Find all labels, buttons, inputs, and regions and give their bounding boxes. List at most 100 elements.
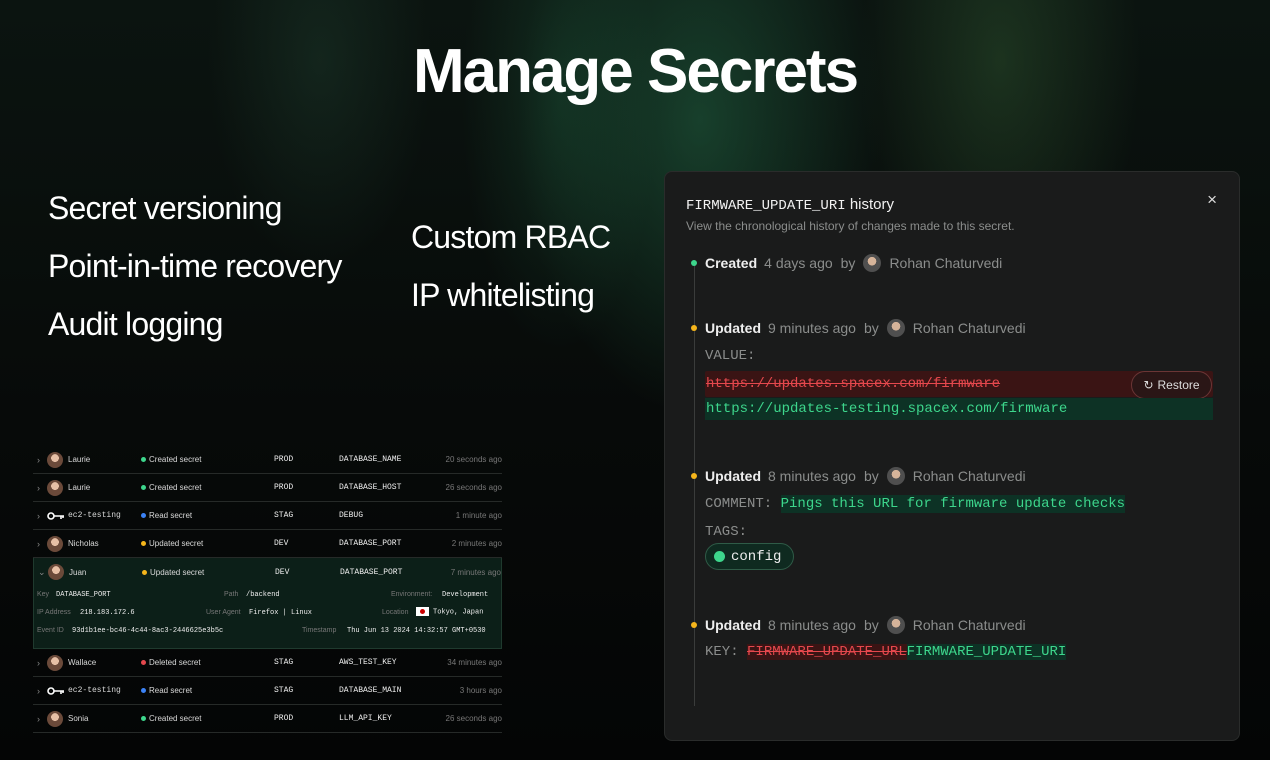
event-id-label: Event ID (37, 627, 64, 634)
actor-name: Juan (69, 567, 87, 577)
event-kind: Updated (705, 320, 761, 336)
event-time: 9 minutes ago (768, 320, 856, 336)
secret-name: DATABASE_NAME (339, 455, 402, 464)
event-time: 4 days ago (764, 255, 833, 271)
table-row[interactable]: › Laurie Created secret PROD DATABASE_NAME 20… (33, 446, 502, 474)
key-icon (47, 511, 64, 520)
chevron-down-icon[interactable]: ⌄ (38, 567, 46, 578)
feature-secret-versioning: Secret versioning (48, 190, 282, 226)
path-label: Path (224, 591, 239, 598)
key-value: DATABASE_PORT (56, 591, 111, 599)
actor-name: ec2-testing (68, 686, 121, 695)
by-label: by (863, 320, 879, 336)
avatar (886, 319, 905, 337)
japan-flag-icon (416, 607, 429, 616)
environment-label: PROD (274, 455, 294, 464)
expanded-log-entry: ⌄ Juan Updated secret DEV DATABASE_PORT … (33, 558, 502, 649)
relative-time: 2 minutes ago (451, 539, 502, 548)
table-row[interactable]: › ec2-testing Read secret STAG DATABASE_MAIN… (33, 677, 502, 705)
chevron-right-icon[interactable]: › (37, 686, 40, 696)
relative-time: 26 seconds ago (445, 714, 503, 723)
status-dot (691, 622, 697, 628)
path-value: /backend (246, 591, 280, 599)
by-label: by (863, 617, 879, 633)
location-label: Location (382, 609, 409, 616)
chevron-right-icon[interactable]: › (37, 483, 40, 493)
new-value: https://updates-testing.spacex.com/firmw… (705, 398, 1213, 420)
action-status-dot (141, 485, 146, 490)
key-diff: KEY: FIRMWARE_UPDATE_URLFIRMWARE_UPDATE_… (705, 644, 1067, 660)
table-row[interactable]: › Sonia Created secret PROD LLM_API_KEY 26 se… (33, 705, 502, 733)
chevron-right-icon[interactable]: › (37, 658, 40, 668)
status-dot (691, 325, 697, 331)
table-row[interactable]: ⌄ Juan Updated secret DEV DATABASE_PORT … (34, 558, 501, 586)
restore-icon: ↻ (1143, 378, 1154, 392)
by-label: by (840, 255, 856, 271)
environment-label: DEV (275, 567, 290, 577)
old-key: FIRMWARE_UPDATE_URL (747, 644, 907, 660)
event-time: 8 minutes ago (768, 617, 856, 633)
table-row[interactable]: › Nicholas Updated secret DEV DATABASE_PORT 2… (33, 530, 502, 558)
panel-title: FIRMWARE_UPDATE_URI history (686, 196, 894, 214)
key-label: Key (37, 591, 50, 598)
environment-label: Environment: (391, 591, 433, 598)
avatar (47, 654, 63, 671)
relative-time: 34 minutes ago (447, 658, 502, 667)
environment-label: STAG (274, 511, 294, 520)
actor-name: Nicholas (68, 539, 99, 548)
secret-name: DEBUG (339, 511, 364, 520)
status-dot (691, 473, 697, 479)
history-event-updated-comment: Updated 8 minutes ago by Rohan Chaturved… (691, 467, 1026, 485)
chevron-right-icon[interactable]: › (37, 511, 40, 521)
avatar (886, 467, 905, 485)
table-row[interactable]: › Wallace Deleted secret STAG AWS_TEST_KEY 34… (33, 649, 502, 677)
action-label: Created secret (149, 714, 202, 723)
avatar (47, 535, 63, 552)
avatar (48, 564, 64, 580)
new-key: FIRMWARE_UPDATE_URI (906, 644, 1067, 660)
hero-title: Manage Secrets (412, 37, 859, 106)
comment-value: Pings this URL for firmware update check… (780, 495, 1126, 513)
action-status-dot (141, 457, 146, 462)
avatar (886, 616, 905, 634)
table-row[interactable]: › ec2-testing Read secret STAG DEBUG 1 minute… (33, 502, 502, 530)
comment-label: COMMENT: (705, 496, 773, 512)
avatar (47, 710, 63, 727)
by-label: by (863, 468, 879, 484)
action-label: Created secret (149, 455, 202, 464)
event-kind: Updated (705, 617, 761, 633)
close-icon[interactable]: × (1207, 190, 1217, 210)
timestamp-value: Thu Jun 13 2024 14:32:57 GMT+0530 (347, 627, 486, 635)
actor-name: Wallace (68, 658, 97, 667)
chevron-right-icon[interactable]: › (37, 714, 40, 724)
value-label: VALUE: (705, 348, 756, 364)
user-agent-value: Firefox | Linux (249, 609, 313, 617)
table-row[interactable]: › Laurie Created secret PROD DATABASE_HOST 26… (33, 474, 502, 502)
action-label: Read secret (149, 686, 193, 695)
tag-color-dot (714, 551, 725, 562)
history-suffix: history (849, 196, 894, 213)
secret-name: FIRMWARE_UPDATE_URI (686, 198, 846, 214)
action-status-dot (142, 569, 147, 575)
history-event-updated-value: Updated 9 minutes ago by Rohan Chaturved… (691, 319, 1026, 337)
tag-chip[interactable]: config (705, 543, 795, 570)
restore-button[interactable]: ↻ Restore (1131, 371, 1212, 399)
relative-time: 26 seconds ago (445, 483, 503, 492)
tag-label: config (731, 548, 782, 565)
secret-name: DATABASE_PORT (339, 539, 402, 548)
chevron-right-icon[interactable]: › (37, 455, 40, 465)
avatar (47, 451, 63, 468)
feature-point-in-time-recovery: Point-in-time recovery (48, 248, 342, 284)
action-status-dot (141, 688, 146, 693)
panel-subtitle: View the chronological history of change… (686, 219, 1015, 233)
log-entry-details: Key DATABASE_PORT Path /backend Environm… (34, 586, 501, 648)
user-name: Rohan Chaturvedi (912, 468, 1026, 484)
action-label: Read secret (149, 511, 193, 520)
ip-value: 218.183.172.6 (80, 609, 135, 617)
user-name: Rohan Chaturvedi (889, 255, 1003, 271)
environment-label: PROD (274, 483, 294, 492)
event-kind: Updated (705, 468, 761, 484)
environment-value: Development (442, 591, 489, 599)
chevron-right-icon[interactable]: › (37, 539, 40, 549)
action-label: Updated secret (150, 567, 205, 577)
